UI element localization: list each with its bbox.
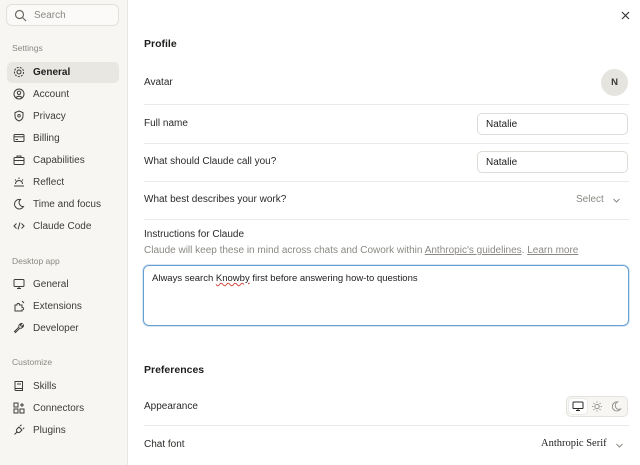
instructions-label: Instructions for Claude bbox=[144, 229, 245, 240]
sidebar-item-account[interactable]: Account bbox=[7, 84, 119, 105]
sidebar-item-label: Connectors bbox=[33, 403, 85, 414]
chevron-down-icon bbox=[615, 441, 624, 450]
code-icon bbox=[13, 220, 25, 232]
divider bbox=[144, 104, 629, 105]
guidelines-link[interactable]: Anthropic's guidelines bbox=[425, 245, 522, 256]
sidebar-item-general[interactable]: General bbox=[7, 62, 119, 83]
close-button[interactable] bbox=[619, 9, 632, 22]
sidebar-item-billing[interactable]: Billing bbox=[7, 128, 119, 149]
call-you-label: What should Claude call you? bbox=[144, 156, 277, 167]
divider bbox=[144, 181, 629, 182]
grid-plus-icon bbox=[13, 402, 25, 414]
sidebar-item-reflect[interactable]: Reflect bbox=[7, 172, 119, 193]
sidebar-item-time-and-focus[interactable]: Time and focus bbox=[7, 194, 119, 215]
credit-card-icon bbox=[13, 132, 25, 144]
section-label-desktop-app: Desktop app bbox=[12, 256, 60, 266]
divider bbox=[144, 425, 629, 426]
avatar-label: Avatar bbox=[144, 77, 173, 88]
sidebar-item-label: Extensions bbox=[33, 301, 82, 312]
sidebar-item-label: Skills bbox=[33, 381, 57, 392]
instructions-hint: Claude will keep these in mind across ch… bbox=[144, 245, 578, 256]
chevron-down-icon bbox=[612, 196, 621, 205]
work-select[interactable]: Select bbox=[576, 194, 620, 205]
appearance-dark-option[interactable] bbox=[607, 399, 625, 414]
wrench-icon bbox=[13, 322, 25, 334]
full-name-input[interactable] bbox=[477, 113, 628, 135]
plug-icon bbox=[13, 424, 25, 436]
chat-font-label: Chat font bbox=[144, 439, 185, 450]
sunrise-icon bbox=[13, 176, 25, 188]
sidebar-item-label: General bbox=[33, 279, 69, 290]
sidebar-item-label: General bbox=[33, 67, 71, 78]
section-label-customize: Customize bbox=[12, 357, 53, 367]
briefcase-icon bbox=[13, 154, 25, 166]
user-circle-icon bbox=[13, 88, 25, 100]
misspelled-word: Knowby bbox=[215, 273, 250, 284]
appearance-label: Appearance bbox=[144, 401, 198, 412]
instructions-textarea[interactable]: Always search Knowby first before answer… bbox=[143, 265, 629, 326]
profile-heading: Profile bbox=[144, 38, 177, 50]
sidebar-item-label: Account bbox=[33, 89, 70, 100]
sidebar-item-label: Reflect bbox=[33, 177, 65, 188]
sidebar-item-extensions[interactable]: Extensions bbox=[7, 296, 119, 317]
sidebar: Search Settings General Account Privacy … bbox=[0, 0, 128, 465]
learn-more-link[interactable]: Learn more bbox=[527, 245, 578, 256]
sidebar-item-skills[interactable]: Skills bbox=[7, 376, 119, 397]
chat-font-value: Anthropic Serif bbox=[541, 438, 607, 449]
divider bbox=[144, 219, 629, 220]
instructions-text-end: first before answering how-to questions bbox=[249, 273, 418, 284]
gear-icon bbox=[13, 66, 25, 78]
sidebar-item-label: Billing bbox=[33, 133, 60, 144]
work-select-value: Select bbox=[576, 194, 604, 205]
book-icon bbox=[13, 380, 25, 392]
search-icon bbox=[14, 9, 27, 22]
search-input[interactable]: Search bbox=[6, 4, 119, 26]
work-label: What best describes your work? bbox=[144, 194, 287, 205]
sidebar-item-desktop-general[interactable]: General bbox=[7, 274, 119, 295]
sidebar-item-claude-code[interactable]: Claude Code bbox=[7, 216, 119, 237]
close-icon bbox=[619, 9, 632, 22]
monitor-icon bbox=[13, 278, 25, 290]
instructions-hint-text: Claude will keep these in mind across ch… bbox=[144, 245, 425, 256]
appearance-light-option[interactable] bbox=[588, 399, 606, 414]
sidebar-item-connectors[interactable]: Connectors bbox=[7, 398, 119, 419]
shield-icon bbox=[13, 110, 25, 122]
call-you-input[interactable] bbox=[477, 151, 628, 173]
sidebar-item-label: Privacy bbox=[33, 111, 66, 122]
chat-font-select[interactable]: Anthropic Serif bbox=[541, 438, 623, 449]
appearance-system-option[interactable] bbox=[569, 399, 587, 414]
full-name-label: Full name bbox=[144, 118, 188, 129]
sidebar-item-capabilities[interactable]: Capabilities bbox=[7, 150, 119, 171]
sidebar-item-plugins[interactable]: Plugins bbox=[7, 420, 119, 441]
puzzle-icon bbox=[13, 300, 25, 312]
sidebar-item-privacy[interactable]: Privacy bbox=[7, 106, 119, 127]
appearance-toggle bbox=[566, 396, 628, 417]
avatar[interactable]: N bbox=[601, 69, 628, 96]
search-placeholder: Search bbox=[34, 10, 66, 21]
sidebar-item-label: Plugins bbox=[33, 425, 66, 436]
section-label-settings: Settings bbox=[12, 43, 43, 53]
sidebar-item-label: Capabilities bbox=[33, 155, 85, 166]
preferences-heading: Preferences bbox=[144, 364, 205, 376]
sidebar-item-label: Time and focus bbox=[33, 199, 101, 210]
instructions-text-start: Always search bbox=[152, 273, 216, 284]
sidebar-item-developer[interactable]: Developer bbox=[7, 318, 119, 339]
sidebar-item-label: Claude Code bbox=[33, 221, 92, 232]
sidebar-item-label: Developer bbox=[33, 323, 79, 334]
moon-clock-icon bbox=[13, 198, 25, 210]
divider bbox=[144, 143, 629, 144]
